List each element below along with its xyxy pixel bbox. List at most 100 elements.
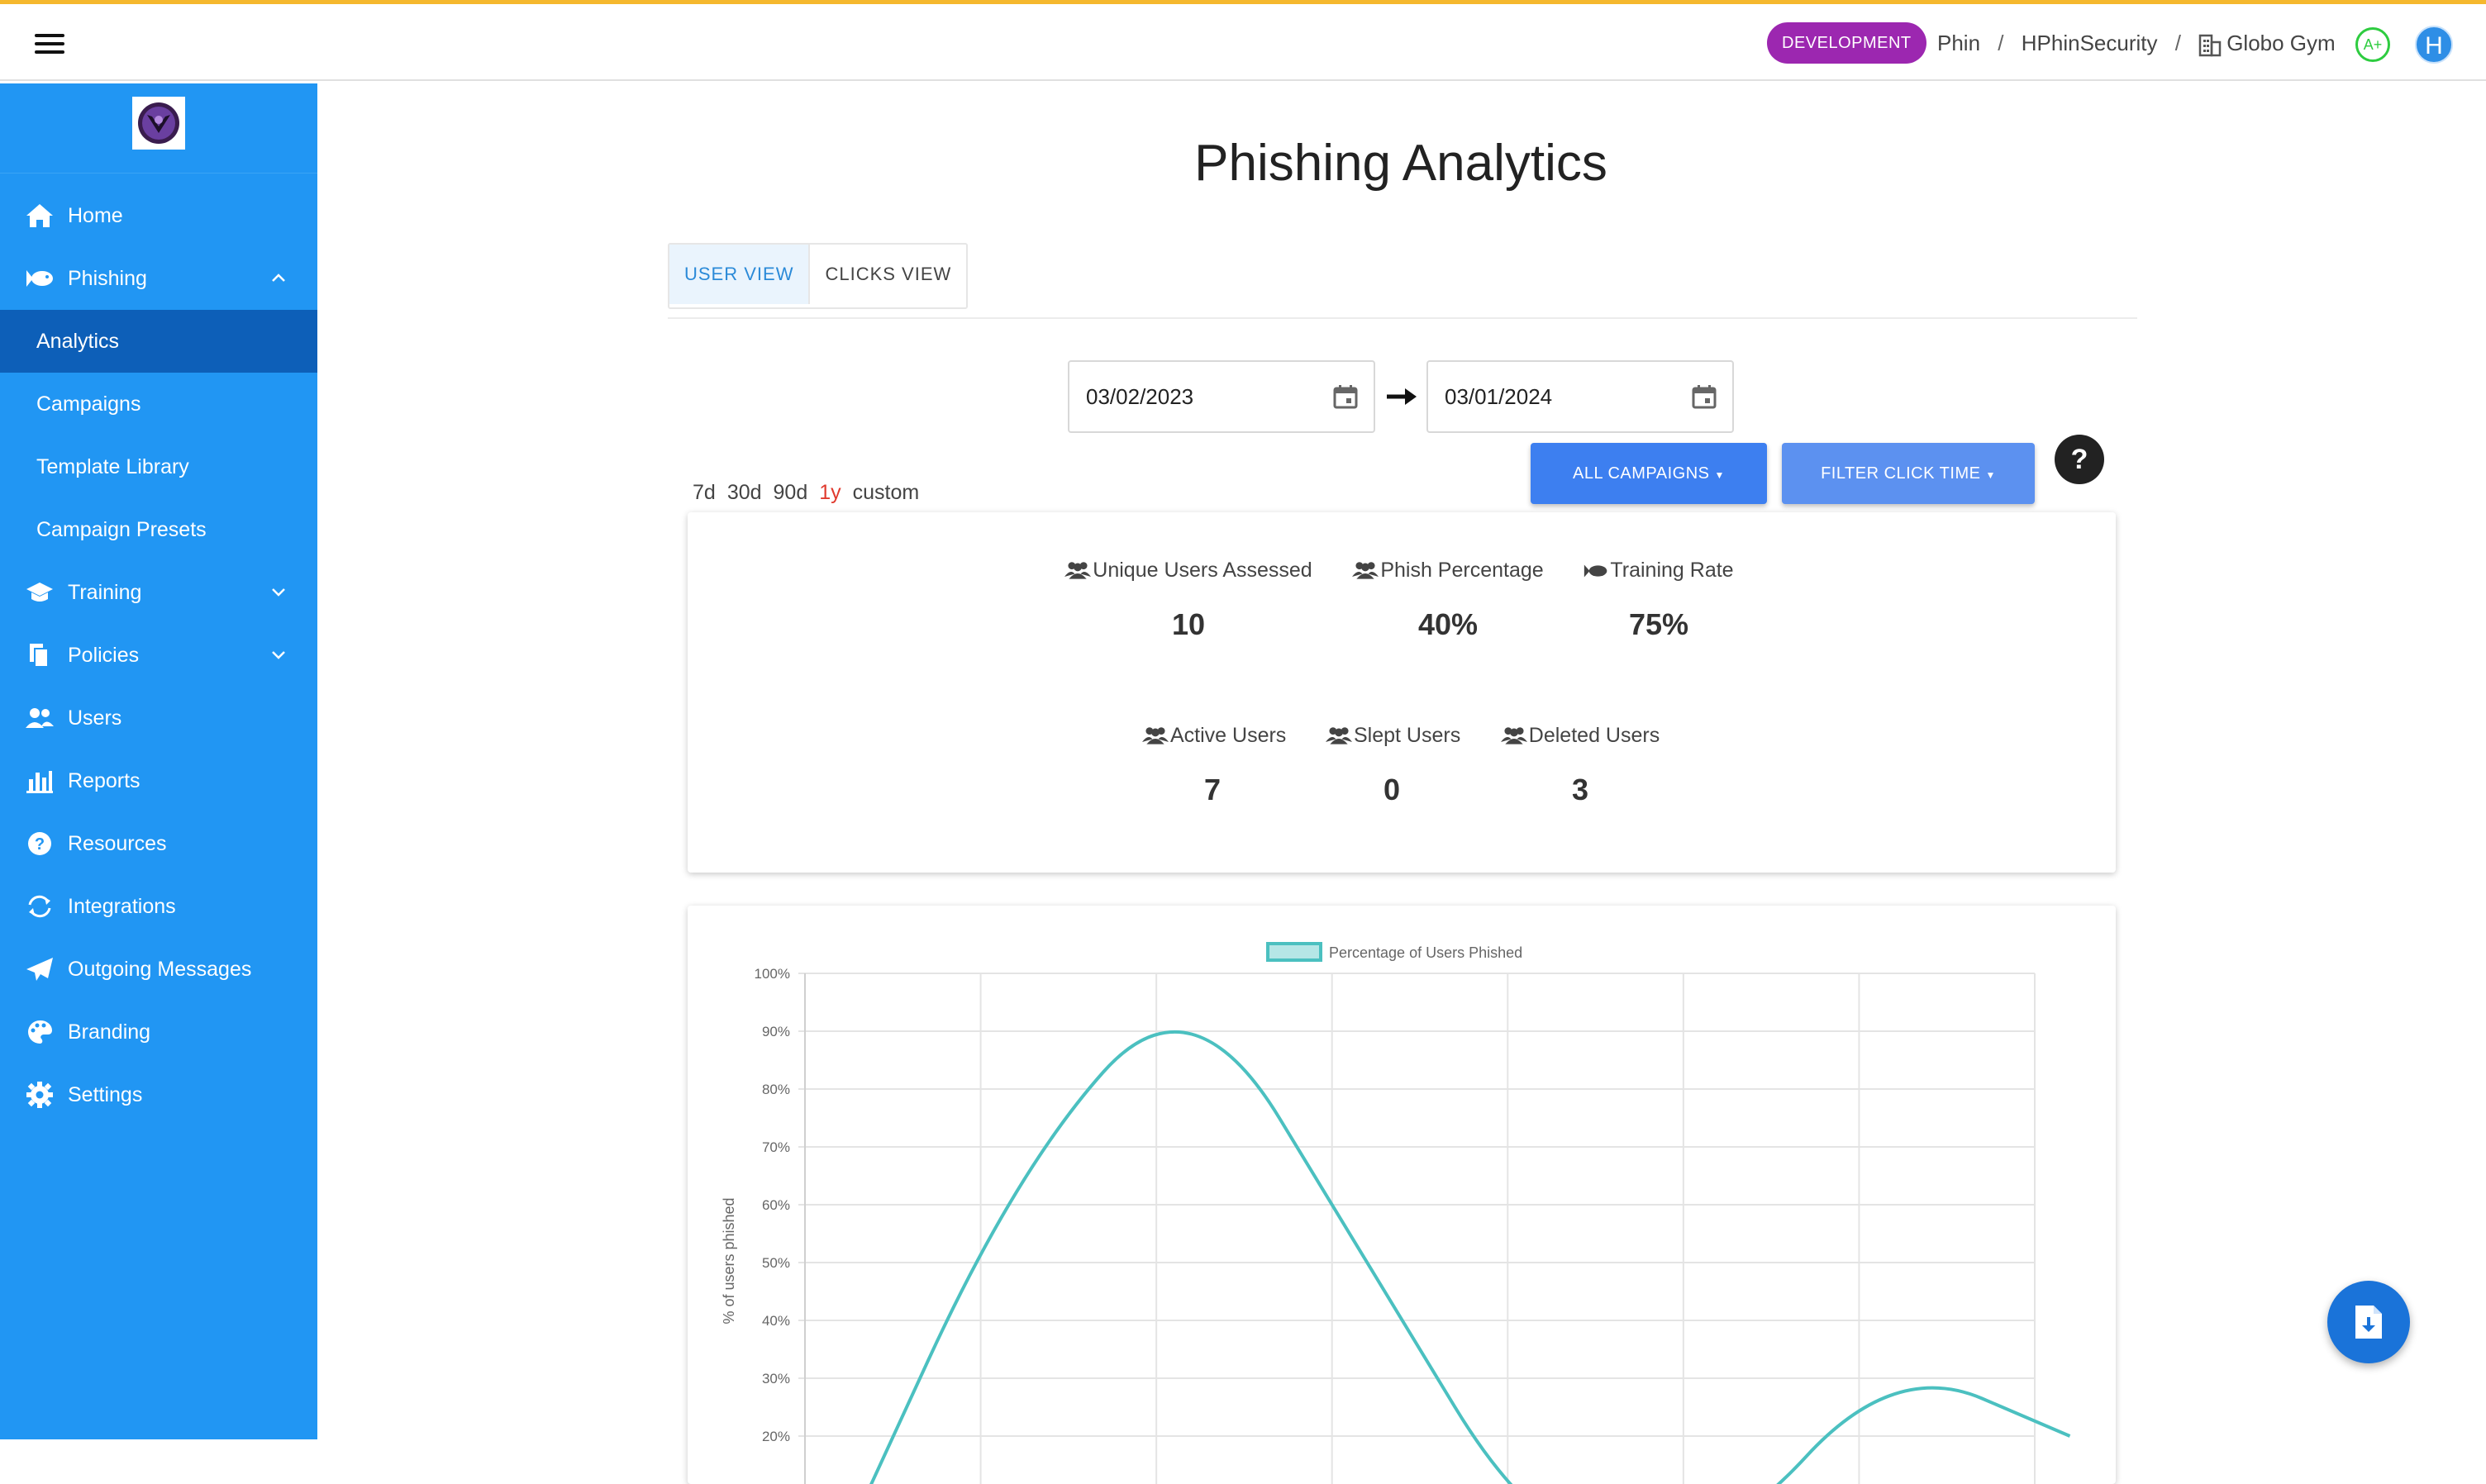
sidebar-item-home[interactable]: Home — [0, 184, 317, 247]
y-tick-label: 20% — [762, 1429, 790, 1444]
security-grade-badge[interactable]: A+ — [2355, 27, 2390, 62]
users-icon — [1500, 727, 1527, 744]
documents-icon — [30, 644, 49, 668]
y-tick-label: 50% — [762, 1255, 790, 1271]
view-tabs: USER VIEW CLICKS VIEW — [668, 243, 969, 309]
sidebar-item-integrations[interactable]: Integrations — [0, 875, 317, 938]
sidebar-item-settings[interactable]: Settings — [0, 1063, 317, 1126]
stat-value: 7 — [1203, 773, 1222, 806]
stat-label: Training Rate — [1610, 559, 1734, 582]
y-tick-label: 100% — [755, 966, 790, 982]
sidebar-item-reports[interactable]: Reports — [0, 749, 317, 812]
calendar-icon[interactable] — [1691, 383, 1717, 410]
environment-badge: DEVELOPMENT — [1767, 22, 1926, 64]
download-report-button[interactable] — [2327, 1281, 2410, 1363]
svg-text:?: ? — [35, 835, 45, 854]
chevron-up-icon — [272, 273, 285, 282]
chart-card: 100% 90% 80% 70% 60% 50% 40% 30% 20% Percentage … — [688, 906, 2116, 1484]
sidebar-divider — [0, 173, 317, 174]
sidebar-item-analytics[interactable]: Analytics — [0, 310, 317, 373]
company-logo[interactable] — [132, 97, 185, 150]
sidebar-item-branding[interactable]: Branding — [0, 1001, 317, 1063]
users-icon — [26, 708, 54, 728]
dropdown-label: ALL CAMPAIGNS — [1573, 464, 1710, 483]
tab-clicks-view[interactable]: CLICKS VIEW — [810, 245, 966, 304]
caret-down-icon: ▼ — [1985, 469, 1996, 481]
sidebar-item-label: Users — [68, 706, 122, 730]
menu-icon[interactable] — [35, 32, 64, 55]
y-tick-label: 30% — [762, 1371, 790, 1386]
phished-percentage-line-chart: 100% 90% 80% 70% 60% 50% 40% 30% 20% Percentage … — [721, 942, 2071, 1484]
sidebar-item-label: Branding — [68, 1020, 151, 1044]
sidebar-item-users[interactable]: Users — [0, 687, 317, 749]
stat-label: Deleted Users — [1528, 724, 1660, 747]
start-date-value: 03/02/2023 — [1086, 384, 1194, 409]
range-90d[interactable]: 90d — [774, 481, 808, 504]
sidebar-item-label: Resources — [68, 832, 167, 855]
tab-user-view[interactable]: USER VIEW — [669, 245, 811, 304]
y-tick-label: 70% — [762, 1139, 790, 1155]
sidebar-item-phishing[interactable]: Phishing — [0, 247, 317, 310]
palette-icon — [28, 1020, 53, 1044]
date-range-presets: 7d 30d 90d 1y custom — [693, 481, 931, 505]
sidebar-item-training[interactable]: Training — [0, 561, 317, 624]
breadcrumb-item-partner[interactable]: HPhinSecurity — [2022, 31, 2158, 55]
sidebar-item-label: Campaign Presets — [36, 518, 207, 541]
sidebar-item-label: Phishing — [68, 267, 147, 290]
stat-deleted-users: Deleted Users 3 — [1498, 724, 1663, 807]
sidebar-item-campaign-presets[interactable]: Campaign Presets — [0, 498, 317, 561]
breadcrumb-item-client[interactable]: Globo Gym — [2226, 31, 2336, 55]
stat-unique-users-assessed: Unique Users Assessed 10 — [1064, 559, 1312, 642]
sidebar-item-label: Policies — [68, 644, 140, 667]
fish-icon — [26, 270, 53, 287]
sidebar-item-label: Home — [68, 204, 123, 227]
sidebar-item-policies[interactable]: Policies — [0, 624, 317, 687]
stat-slept-users: Slept Users 0 — [1326, 724, 1461, 807]
home-icon — [26, 204, 53, 227]
chart-legend: Percentage of Users Phished — [1266, 942, 1522, 962]
y-axis-ticks: 100% 90% 80% 70% 60% 50% 40% 30% 20% — [755, 966, 790, 1444]
breadcrumb-separator: / — [2174, 31, 2181, 55]
stat-value: 0 — [1383, 773, 1401, 806]
stat-phish-percentage: Phish Percentage 40% — [1349, 559, 1547, 642]
end-date-field[interactable]: 03/01/2024 — [1426, 360, 1734, 433]
users-icon — [1142, 727, 1169, 744]
range-30d[interactable]: 30d — [727, 481, 762, 504]
caret-down-icon: ▼ — [1714, 469, 1725, 481]
gear-icon — [26, 1082, 53, 1108]
calendar-icon[interactable] — [1332, 383, 1359, 410]
breadcrumb-item-phin[interactable]: Phin — [1937, 31, 1980, 55]
y-tick-label: 60% — [762, 1197, 790, 1213]
avatar[interactable]: H — [2415, 26, 2453, 64]
help-button[interactable]: ? — [2055, 435, 2104, 484]
stat-active-users: Active Users 7 — [1142, 724, 1286, 807]
sidebar-item-template-library[interactable]: Template Library — [0, 435, 317, 498]
stat-label: Unique Users Assessed — [1093, 559, 1312, 582]
y-tick-label: 80% — [762, 1082, 790, 1097]
graduation-cap-icon — [26, 583, 53, 602]
range-custom[interactable]: custom — [853, 481, 920, 504]
chevron-down-icon — [272, 588, 285, 597]
all-campaigns-dropdown[interactable]: ALL CAMPAIGNS ▼ — [1531, 443, 1767, 504]
stat-label: Slept Users — [1354, 724, 1461, 747]
sidebar-item-resources[interactable]: ? Resources — [0, 812, 317, 875]
breadcrumb: Phin / HPhinSecurity / Globo Gym — [1937, 22, 2336, 64]
range-7d[interactable]: 7d — [693, 481, 716, 504]
question-circle-icon: ? — [28, 832, 51, 855]
sidebar-item-label: Analytics — [36, 330, 120, 353]
stat-value: 40% — [1417, 607, 1479, 641]
sidebar-item-campaigns[interactable]: Campaigns — [0, 373, 317, 435]
chart-grid — [798, 973, 2036, 1484]
sidebar-item-outgoing-messages[interactable]: Outgoing Messages — [0, 938, 317, 1001]
building-icon — [2198, 34, 2222, 57]
page-title: Phishing Analytics — [1194, 135, 1607, 192]
range-1y[interactable]: 1y — [819, 481, 841, 504]
filter-click-time-dropdown[interactable]: FILTER CLICK TIME ▼ — [1782, 443, 2035, 504]
file-download-icon — [2355, 1306, 2382, 1339]
stat-value: 10 — [1171, 607, 1206, 641]
tabs-divider — [668, 317, 2137, 319]
stat-value: 75% — [1628, 607, 1689, 641]
start-date-field[interactable]: 03/02/2023 — [1068, 360, 1375, 433]
y-axis-label: % of users phished — [721, 1197, 737, 1324]
legend-swatch — [1266, 942, 1322, 962]
